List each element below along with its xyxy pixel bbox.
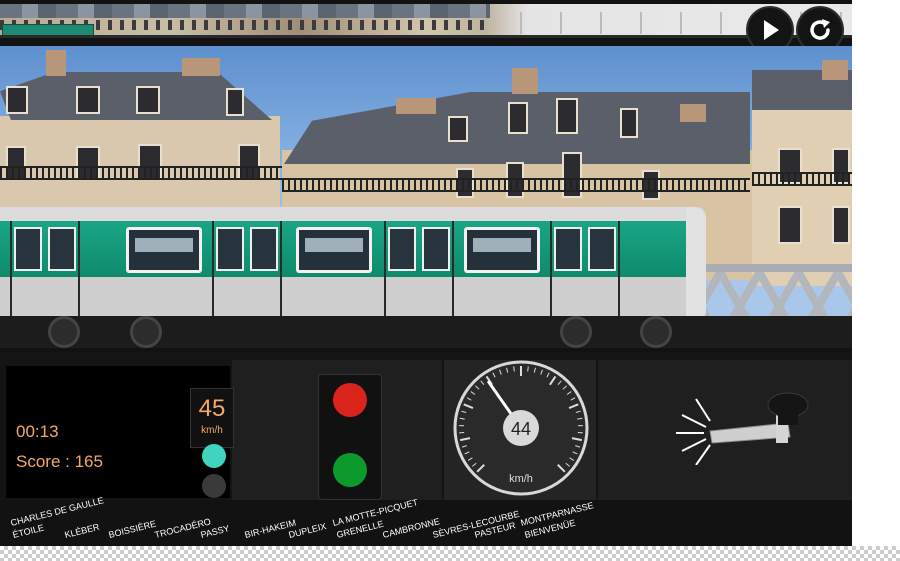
signal-button[interactable] <box>318 374 382 500</box>
digital-speed-display: 45 km/h <box>190 388 234 448</box>
chimney <box>396 98 436 114</box>
minimap-track <box>0 35 852 38</box>
train-wheel <box>48 316 80 348</box>
indicator-lamp-off <box>202 474 226 498</box>
minimap-buildings <box>0 4 490 18</box>
restart-icon <box>810 19 830 40</box>
chimney <box>822 60 848 80</box>
score-readout: Score : 165 <box>16 452 103 471</box>
balcony-railing <box>282 178 750 192</box>
throttle-lever[interactable] <box>670 385 820 465</box>
door-indicator-lamp <box>202 444 226 468</box>
train-roof <box>0 207 706 221</box>
digital-speed-unit: km/h <box>201 425 223 436</box>
building-window <box>6 86 28 114</box>
building-window <box>620 108 638 138</box>
balcony-railing <box>752 172 852 186</box>
building-window <box>778 206 802 244</box>
building-window <box>832 206 850 244</box>
train-wheel <box>560 316 592 348</box>
train-window <box>464 227 540 273</box>
chimney <box>512 68 538 94</box>
building-window <box>226 88 244 116</box>
speedometer-tick <box>513 366 515 372</box>
chimney <box>46 50 66 76</box>
train-wheel <box>640 316 672 348</box>
station-label: CAMBRONNE <box>381 516 441 540</box>
speedometer-value: 44 <box>511 419 531 439</box>
station-label: KLÉBER <box>63 521 101 540</box>
route-minimap <box>0 4 852 38</box>
speedometer-tick <box>527 366 529 372</box>
lever-motion-lines <box>676 398 711 465</box>
status-display: 00:13 Score : 165 45 km/h <box>6 366 234 498</box>
building-window <box>508 102 528 134</box>
train-wheel <box>130 316 162 348</box>
chimney <box>680 104 706 122</box>
elevated-track <box>0 316 852 348</box>
lever-knob-base <box>778 411 798 425</box>
train-door <box>384 221 454 317</box>
green-signal-light <box>333 453 367 487</box>
chimney <box>182 58 220 76</box>
building-window <box>448 116 468 142</box>
station-list: CHARLES DE GAULLE ÉTOILE KLÉBER BOISSIÈR… <box>0 495 852 546</box>
train-window <box>126 227 202 273</box>
balcony-railing <box>0 166 282 180</box>
train-door <box>550 221 620 317</box>
speedometer-unit: km/h <box>509 473 533 485</box>
metro-train <box>0 207 706 317</box>
building-window <box>136 86 160 114</box>
building-window <box>556 98 578 134</box>
game-scene <box>0 46 852 348</box>
viaduct-girder <box>706 264 852 324</box>
train-cab <box>686 207 706 317</box>
play-icon <box>764 20 779 40</box>
digital-speed-value: 45 <box>198 395 226 422</box>
train-door <box>10 221 80 317</box>
transparent-margin <box>0 546 900 561</box>
speedometer-gauge: 44 km/h <box>453 360 589 496</box>
building-right <box>752 106 852 286</box>
train-window <box>296 227 372 273</box>
timer-readout: 00:13 <box>16 422 59 441</box>
train-door <box>212 221 282 317</box>
building-window <box>76 86 100 114</box>
station-label: BOISSIÈRE <box>107 518 158 540</box>
red-signal-light <box>333 383 367 417</box>
